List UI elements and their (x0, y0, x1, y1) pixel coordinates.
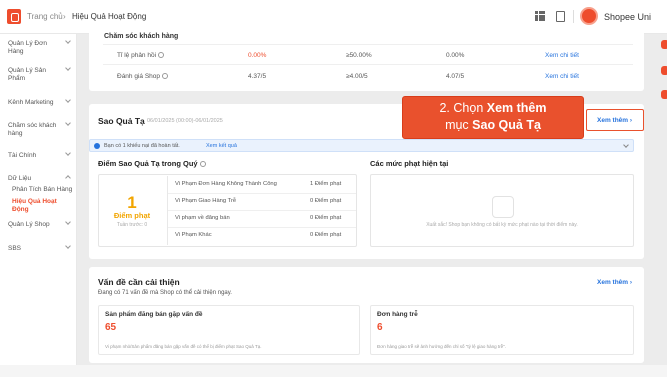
metric-label: Đánh giá Shop (117, 73, 169, 80)
issue-count: 6 (377, 322, 383, 333)
breadcrumb-current: Hiệu Quả Hoạt Động (72, 12, 147, 21)
tutorial-callout: 2. Chọn Xem thêm mục Sao Quả Tạ (402, 96, 584, 139)
sidebar-item-products[interactable]: Quản Lý Sản Phẩm (8, 67, 60, 83)
divider (103, 44, 633, 45)
metric-target: ≥50.00% (346, 52, 372, 59)
chevron-down-icon[interactable] (65, 38, 71, 44)
customer-care-card: Chăm sóc khách hàng Tỉ lệ phản hồi 0.00%… (89, 28, 644, 91)
sao-qua-ta-title: Sao Quả Tạ (98, 116, 145, 126)
divider (168, 227, 356, 228)
floating-icon[interactable] (661, 66, 667, 75)
breadcrumb-home[interactable]: Trang chủ (27, 12, 63, 21)
view-result-link[interactable]: Xem kết quả (206, 143, 237, 149)
help-icon[interactable] (199, 161, 206, 168)
view-detail-link[interactable]: Xem chi tiết (545, 73, 579, 80)
sidebar-item-orders[interactable]: Quản Lý Đơn Hàng (8, 40, 60, 56)
chevron-down-icon[interactable] (623, 142, 629, 148)
thumbs-up-icon (492, 196, 514, 218)
chevron-down-icon[interactable] (65, 150, 71, 156)
customer-care-title: Chăm sóc khách hàng (104, 33, 179, 40)
penalty-score: 1 (127, 193, 137, 212)
info-text: Bạn có 1 khiếu nại đã hoàn tất. (104, 143, 180, 149)
period-text: 06/01/2025 (00:00)-06/01/2025 (147, 118, 223, 124)
sidebar-item-shop-management[interactable]: Quản Lý Shop (8, 221, 60, 229)
book-icon[interactable] (556, 11, 565, 22)
help-icon[interactable] (162, 73, 169, 80)
penalty-empty-text: Xuất sắc! Shop bạn không có bất kỳ mức p… (426, 222, 578, 228)
chevron-down-icon[interactable] (65, 120, 71, 126)
view-detail-link[interactable]: Xem chi tiết (545, 52, 579, 59)
info-banner: Bạn có 1 khiếu nại đã hoàn tất. Xem kết … (89, 139, 634, 152)
chevron-down-icon[interactable] (65, 97, 71, 103)
sidebar-item-performance[interactable]: Hiệu Quả Hoạt Động (12, 198, 74, 214)
issue-desc: Đơn hàng giao trễ sẽ ảnh hưởng đến chỉ s… (377, 344, 506, 349)
score-subtext: Tuần trước: 0 (116, 222, 148, 228)
floating-icon[interactable] (661, 90, 667, 99)
metric-value: 0.00% (248, 52, 267, 59)
issue-card[interactable]: Đơn hàng trễ 6 Đơn hàng giao trễ sẽ ảnh … (370, 305, 634, 355)
sidebar-item-data[interactable]: Dữ Liệu (8, 175, 60, 183)
sidebar-item-customer-care[interactable]: Chăm sóc khách hàng (8, 122, 60, 138)
divider (168, 210, 356, 211)
violation-points: 1 Điểm phạt (310, 181, 342, 187)
floating-icon[interactable] (661, 40, 667, 49)
help-icon[interactable] (158, 52, 165, 59)
violation-label[interactable]: Vi phạm về đăng bán (175, 215, 230, 221)
divider (573, 10, 574, 23)
violation-points: 0 Điểm phạt (310, 198, 342, 204)
sidebar-item-sbs[interactable]: SBS (8, 245, 60, 253)
chevron-down-icon[interactable] (65, 65, 71, 71)
divider (168, 193, 356, 194)
breadcrumb-separator: › (63, 12, 66, 21)
chevron-down-icon[interactable] (65, 243, 71, 249)
sidebar: Quản Lý Đơn Hàng Quản Lý Sản Phẩm Kênh M… (0, 34, 77, 377)
chevron-down-icon[interactable] (65, 219, 71, 225)
sidebar-item-finance[interactable]: Tài Chính (8, 152, 60, 160)
improve-title: Vấn đề cần cải thiện (98, 277, 180, 287)
points-title: Điểm Sao Quả Tạ trong Quý (98, 159, 206, 168)
penalty-score-label: Điểm phạt (113, 211, 151, 220)
divider (103, 64, 633, 65)
metric-value: 4.37/5 (248, 73, 267, 80)
sidebar-item-marketing[interactable]: Kênh Marketing (8, 99, 60, 107)
issue-count: 65 (105, 322, 117, 333)
metric-label: Tỉ lệ phản hồi (117, 52, 165, 59)
improve-view-more-link[interactable]: Xem thêm › (597, 279, 632, 286)
shop-name[interactable]: Shopee Uni (604, 12, 651, 22)
issue-desc: Vi phạm nhỏ/Sản phẩm đăng bán gặp vấn đề… (105, 344, 262, 349)
avatar[interactable] (580, 7, 598, 25)
issue-card[interactable]: Sản phẩm đăng bán gặp vấn đề 65 Vi phạm … (98, 305, 360, 355)
violation-points: 0 Điểm phạt (310, 232, 342, 238)
metric-previous: 0.00% (446, 52, 465, 59)
violation-label[interactable]: Vi Phạm Giao Hàng Trễ (175, 198, 236, 204)
info-icon (94, 143, 100, 149)
penalty-title: Các mức phạt hiện tại (370, 159, 449, 168)
violation-label[interactable]: Vi Phạm Đơn Hàng Không Thành Công (175, 181, 277, 187)
metric-previous: 4.07/5 (446, 73, 465, 80)
metric-target: ≥4.00/5 (346, 73, 368, 80)
improve-subtitle: Đang có 71 vấn đề mà Shop có thể cải thi… (98, 290, 232, 296)
issue-title: Sản phẩm đăng bán gặp vấn đề (105, 311, 203, 318)
sao-qua-ta-view-more-link[interactable]: Xem thêm › (597, 117, 632, 124)
chevron-up-icon[interactable] (65, 175, 71, 181)
apps-grid-icon[interactable] (535, 11, 545, 21)
shopee-logo-icon[interactable] (7, 9, 21, 24)
violation-points: 0 Điểm phạt (310, 215, 342, 221)
violation-label[interactable]: Vi Phạm Khác (175, 232, 212, 238)
bottom-strip (0, 365, 667, 377)
sidebar-item-sales-analysis[interactable]: Phân Tích Bán Hàng (12, 186, 74, 194)
issue-title: Đơn hàng trễ (377, 311, 418, 318)
